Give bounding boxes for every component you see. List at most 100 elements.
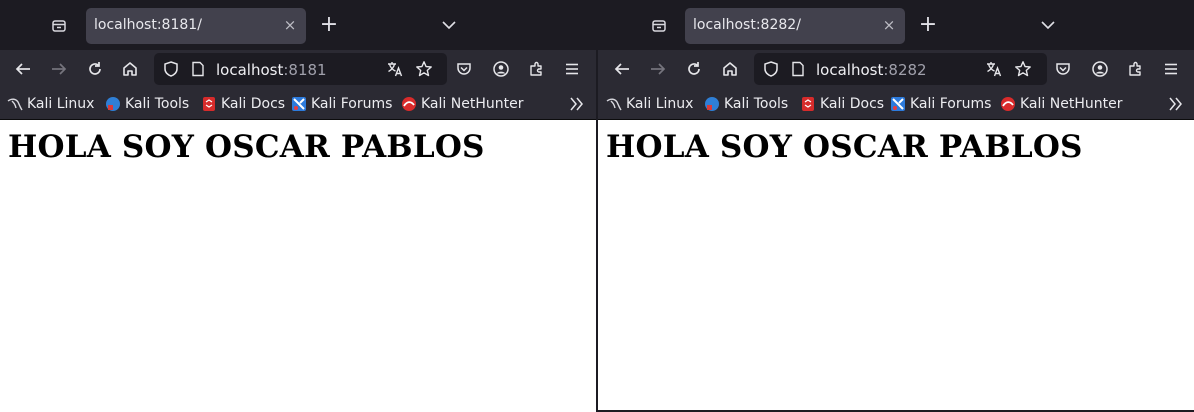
bookmark-kali-forums[interactable]: Kali Forums — [291, 95, 392, 113]
bookmark-star-icon[interactable] — [415, 60, 433, 78]
forward-arrow-icon — [52, 63, 67, 75]
forward-button[interactable] — [48, 58, 70, 80]
url-host: localhost — [816, 61, 884, 79]
menu-button[interactable] — [1160, 58, 1182, 80]
kali-tools-icon — [704, 96, 720, 112]
page-heading: HOLA SOY OSCAR PABLOS — [606, 129, 1083, 165]
tab-title: localhost:8181/ — [94, 17, 202, 33]
page-icon[interactable] — [190, 61, 206, 77]
extensions-button[interactable] — [526, 58, 548, 80]
reload-button[interactable] — [84, 58, 106, 80]
account-button[interactable] — [1089, 58, 1111, 80]
url-bar[interactable]: localhost:8282 — [754, 53, 1047, 85]
pocket-button[interactable] — [453, 58, 475, 80]
bookmark-label: Kali Forums — [910, 96, 992, 112]
account-button[interactable] — [490, 58, 512, 80]
new-tab-button[interactable]: + — [917, 14, 939, 36]
reload-button[interactable] — [683, 58, 705, 80]
home-button[interactable] — [719, 58, 741, 80]
bookmarks-overflow-button[interactable] — [568, 95, 586, 113]
bookmark-kali-linux[interactable]: Kali Linux — [7, 95, 94, 113]
extensions-button[interactable] — [1125, 58, 1147, 80]
page-content: HOLA SOY OSCAR PABLOS — [0, 120, 596, 412]
firefox-view-button[interactable] — [48, 15, 70, 37]
list-all-tabs-button[interactable] — [440, 16, 458, 34]
page-heading: HOLA SOY OSCAR PABLOS — [8, 129, 485, 165]
account-icon — [493, 61, 509, 77]
home-icon — [123, 62, 137, 76]
account-icon — [1092, 61, 1108, 77]
bookmark-label: Kali NetHunter — [1020, 96, 1123, 112]
kali-dragon-icon — [7, 96, 23, 112]
bookmark-kali-docs[interactable]: Kali Docs — [800, 95, 884, 113]
url-bar[interactable]: localhost:8181 — [154, 53, 447, 85]
page-icon[interactable] — [790, 61, 806, 77]
browser-window-right: localhost:8282/ × + localhost:8282 Kali … — [598, 0, 1194, 412]
kali-docs-icon — [201, 96, 217, 112]
back-button[interactable] — [12, 58, 34, 80]
reload-icon — [89, 62, 101, 75]
tab-active[interactable]: localhost:8282/ × — [685, 8, 905, 44]
menu-button[interactable] — [561, 58, 583, 80]
tab-close-button[interactable]: × — [881, 17, 897, 33]
list-all-tabs-button[interactable] — [1039, 16, 1057, 34]
tab-strip: localhost:8282/ × + — [598, 0, 1194, 50]
home-button[interactable] — [119, 58, 141, 80]
new-tab-button[interactable]: + — [318, 14, 340, 36]
url-port: :8181 — [283, 61, 327, 79]
pocket-button[interactable] — [1052, 58, 1074, 80]
hamburger-menu-icon — [566, 63, 578, 75]
pocket-icon — [457, 63, 471, 75]
url-port: :8282 — [883, 61, 927, 79]
url-host: localhost — [216, 61, 284, 79]
double-chevron-right-icon — [570, 97, 583, 111]
bookmark-kali-docs[interactable]: Kali Docs — [201, 95, 285, 113]
chevron-down-icon — [442, 21, 456, 30]
bookmark-label: Kali Tools — [724, 96, 789, 112]
puzzle-icon — [530, 61, 542, 76]
kali-nethunter-icon — [401, 96, 417, 112]
url-text[interactable]: localhost:8181 — [216, 61, 327, 79]
chevron-down-icon — [1041, 21, 1055, 30]
back-arrow-icon — [15, 63, 30, 75]
navigation-toolbar: localhost:8282 — [598, 50, 1194, 88]
home-icon — [723, 62, 737, 76]
firefox-view-icon — [52, 20, 66, 32]
back-button[interactable] — [611, 58, 633, 80]
translate-icon[interactable] — [386, 60, 404, 78]
puzzle-icon — [1129, 61, 1141, 76]
kali-forums-icon — [890, 96, 906, 112]
bookmark-label: Kali Linux — [27, 96, 95, 112]
bookmark-star-icon[interactable] — [1014, 60, 1032, 78]
kali-nethunter-icon — [1000, 96, 1016, 112]
tracking-protection-shield-icon[interactable] — [162, 60, 180, 78]
bookmark-label: Kali Docs — [221, 96, 286, 112]
bookmark-label: Kali Tools — [125, 96, 190, 112]
bookmark-kali-nethunter[interactable]: Kali NetHunter — [401, 95, 523, 113]
tab-title: localhost:8282/ — [693, 17, 801, 33]
page-content: HOLA SOY OSCAR PABLOS — [598, 120, 1194, 412]
bookmarks-toolbar: Kali Linux Kali Tools Kali Docs Kali For… — [598, 88, 1194, 120]
forward-button[interactable] — [647, 58, 669, 80]
kali-docs-icon — [800, 96, 816, 112]
bookmark-kali-forums[interactable]: Kali Forums — [890, 95, 991, 113]
kali-tools-icon — [105, 96, 121, 112]
back-arrow-icon — [614, 63, 629, 75]
bookmark-kali-tools[interactable]: Kali Tools — [105, 95, 189, 113]
firefox-view-button[interactable] — [648, 15, 670, 37]
url-text[interactable]: localhost:8282 — [816, 61, 927, 79]
tracking-protection-shield-icon[interactable] — [762, 60, 780, 78]
forward-arrow-icon — [651, 63, 666, 75]
tab-active[interactable]: localhost:8181/ × — [86, 8, 306, 44]
kali-forums-icon — [291, 96, 307, 112]
bookmarks-overflow-button[interactable] — [1167, 95, 1185, 113]
hamburger-menu-icon — [1165, 63, 1177, 75]
bookmark-kali-linux[interactable]: Kali Linux — [606, 95, 693, 113]
tab-close-button[interactable]: × — [282, 17, 298, 33]
firefox-view-icon — [652, 20, 666, 32]
translate-icon[interactable] — [985, 60, 1003, 78]
bookmark-kali-tools[interactable]: Kali Tools — [704, 95, 788, 113]
kali-dragon-icon — [606, 96, 622, 112]
bookmark-kali-nethunter[interactable]: Kali NetHunter — [1000, 95, 1122, 113]
bookmark-label: Kali NetHunter — [421, 96, 524, 112]
